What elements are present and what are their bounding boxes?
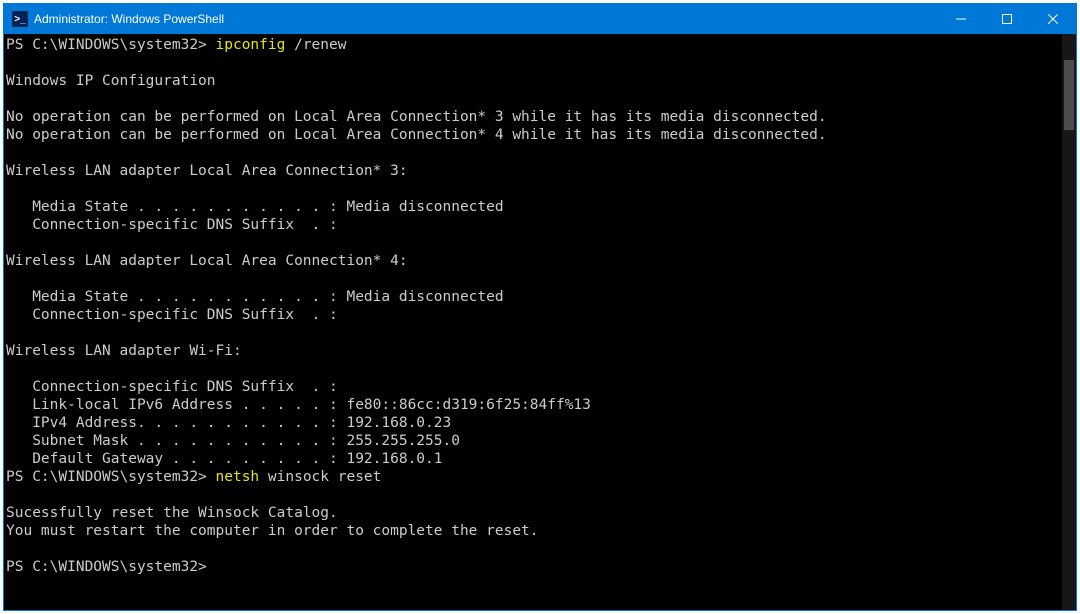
- minimize-icon: [956, 14, 966, 24]
- window-title: Administrator: Windows PowerShell: [34, 12, 224, 26]
- command-args: winsock reset: [259, 469, 381, 485]
- prompt-path: PS C:\WINDOWS\system32>: [6, 559, 207, 575]
- output-line: Connection-specific DNS Suffix . :: [6, 307, 338, 323]
- adapter-header: Wireless LAN adapter Local Area Connecti…: [6, 163, 408, 179]
- content-area: PS C:\WINDOWS\system32> ipconfig /renew …: [4, 34, 1076, 610]
- command-word: netsh: [216, 469, 260, 485]
- output-line: You must restart the computer in order t…: [6, 523, 539, 539]
- close-icon: [1048, 14, 1058, 24]
- output-line: Windows IP Configuration: [6, 73, 216, 89]
- vertical-scrollbar[interactable]: [1062, 34, 1076, 610]
- prompt-path: PS C:\WINDOWS\system32>: [6, 37, 216, 53]
- close-button[interactable]: [1030, 4, 1076, 34]
- powershell-icon: >_: [12, 11, 28, 27]
- terminal-output[interactable]: PS C:\WINDOWS\system32> ipconfig /renew …: [4, 34, 1062, 610]
- adapter-header: Wireless LAN adapter Local Area Connecti…: [6, 253, 408, 269]
- titlebar[interactable]: >_ Administrator: Windows PowerShell: [4, 4, 1076, 34]
- output-line: Sucessfully reset the Winsock Catalog.: [6, 505, 338, 521]
- maximize-icon: [1002, 14, 1012, 24]
- scrollbar-thumb[interactable]: [1064, 60, 1074, 130]
- maximize-button[interactable]: [984, 4, 1030, 34]
- output-line: No operation can be performed on Local A…: [6, 109, 827, 125]
- output-line: Default Gateway . . . . . . . . . : 192.…: [6, 451, 443, 467]
- prompt-path: PS C:\WINDOWS\system32>: [6, 469, 216, 485]
- output-line: No operation can be performed on Local A…: [6, 127, 827, 143]
- output-line: Media State . . . . . . . . . . . : Medi…: [6, 289, 504, 305]
- output-line: IPv4 Address. . . . . . . . . . . : 192.…: [6, 415, 451, 431]
- command-word: ipconfig: [216, 37, 286, 53]
- output-line: Media State . . . . . . . . . . . : Medi…: [6, 199, 504, 215]
- adapter-header: Wireless LAN adapter Wi-Fi:: [6, 343, 242, 359]
- output-line: Connection-specific DNS Suffix . :: [6, 379, 338, 395]
- output-line: Link-local IPv6 Address . . . . . : fe80…: [6, 397, 591, 413]
- command-args: /renew: [285, 37, 346, 53]
- powershell-window: >_ Administrator: Windows PowerShell PS …: [3, 3, 1077, 611]
- output-line: Subnet Mask . . . . . . . . . . . : 255.…: [6, 433, 460, 449]
- minimize-button[interactable]: [938, 4, 984, 34]
- output-line: Connection-specific DNS Suffix . :: [6, 217, 338, 233]
